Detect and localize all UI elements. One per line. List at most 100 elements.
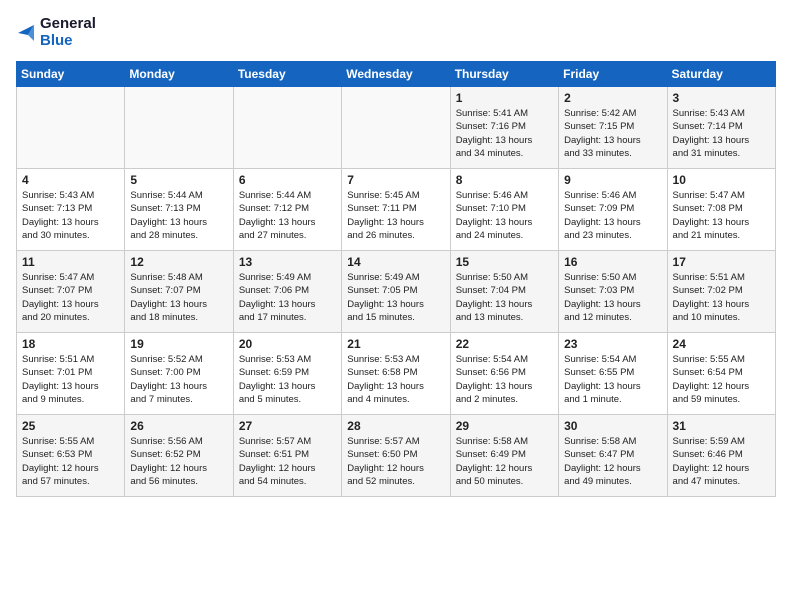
day-info: Sunrise: 5:43 AM Sunset: 7:13 PM Dayligh… — [22, 189, 119, 242]
calendar-cell: 29 Sunrise: 5:58 AM Sunset: 6:49 PM Dayli… — [450, 415, 558, 497]
calendar-cell: 1 Sunrise: 5:41 AM Sunset: 7:16 PM Daylig… — [450, 87, 558, 169]
calendar-cell — [233, 87, 341, 169]
day-number: 31 — [673, 419, 770, 433]
day-info: Sunrise: 5:43 AM Sunset: 7:14 PM Dayligh… — [673, 107, 770, 160]
weekday-header: Friday — [559, 62, 667, 87]
calendar-cell: 11Sunrise: 5:47 AM Sunset: 7:07 PM Dayli… — [17, 251, 125, 333]
day-info: Sunrise: 5:59 AM Sunset: 6:46 PM Dayligh… — [673, 435, 770, 488]
calendar-cell: 24 Sunrise: 5:55 AM Sunset: 6:54 PM Dayli… — [667, 333, 775, 415]
day-info: Sunrise: 5:47 AM Sunset: 7:07 PM Dayligh… — [22, 271, 119, 324]
calendar-cell: 14 Sunrise: 5:49 AM Sunset: 7:05 PM Dayli… — [342, 251, 450, 333]
weekday-header: Saturday — [667, 62, 775, 87]
day-number: 15 — [456, 255, 553, 269]
day-info: Sunrise: 5:44 AM Sunset: 7:13 PM Dayligh… — [130, 189, 227, 242]
day-info: Sunrise: 5:56 AM Sunset: 6:52 PM Dayligh… — [130, 435, 227, 488]
weekday-header: Sunday — [17, 62, 125, 87]
day-info: Sunrise: 5:51 AM Sunset: 7:01 PM Dayligh… — [22, 353, 119, 406]
calendar-week-row: 11Sunrise: 5:47 AM Sunset: 7:07 PM Dayli… — [17, 251, 776, 333]
day-number: 8 — [456, 173, 553, 187]
day-info: Sunrise: 5:52 AM Sunset: 7:00 PM Dayligh… — [130, 353, 227, 406]
calendar-cell: 30Sunrise: 5:58 AM Sunset: 6:47 PM Dayli… — [559, 415, 667, 497]
day-info: Sunrise: 5:49 AM Sunset: 7:05 PM Dayligh… — [347, 271, 444, 324]
day-info: Sunrise: 5:46 AM Sunset: 7:10 PM Dayligh… — [456, 189, 553, 242]
day-number: 27 — [239, 419, 336, 433]
calendar-cell: 15 Sunrise: 5:50 AM Sunset: 7:04 PM Dayli… — [450, 251, 558, 333]
day-info: Sunrise: 5:55 AM Sunset: 6:53 PM Dayligh… — [22, 435, 119, 488]
day-number: 28 — [347, 419, 444, 433]
day-info: Sunrise: 5:57 AM Sunset: 6:51 PM Dayligh… — [239, 435, 336, 488]
calendar-cell: 9Sunrise: 5:46 AM Sunset: 7:09 PM Daylig… — [559, 169, 667, 251]
day-info: Sunrise: 5:50 AM Sunset: 7:04 PM Dayligh… — [456, 271, 553, 324]
day-number: 13 — [239, 255, 336, 269]
day-info: Sunrise: 5:46 AM Sunset: 7:09 PM Dayligh… — [564, 189, 661, 242]
day-number: 10 — [673, 173, 770, 187]
day-number: 18 — [22, 337, 119, 351]
logo-container: General Blue — [16, 16, 96, 49]
day-number: 4 — [22, 173, 119, 187]
weekday-header: Tuesday — [233, 62, 341, 87]
day-info: Sunrise: 5:55 AM Sunset: 6:54 PM Dayligh… — [673, 353, 770, 406]
day-number: 16 — [564, 255, 661, 269]
calendar-table: SundayMondayTuesdayWednesdayThursdayFrid… — [16, 61, 776, 497]
day-number: 7 — [347, 173, 444, 187]
calendar-week-row: 18 Sunrise: 5:51 AM Sunset: 7:01 PM Dayli… — [17, 333, 776, 415]
day-number: 5 — [130, 173, 227, 187]
page-header: General Blue — [16, 16, 776, 49]
day-info: Sunrise: 5:50 AM Sunset: 7:03 PM Dayligh… — [564, 271, 661, 324]
calendar-cell: 12 Sunrise: 5:48 AM Sunset: 7:07 PM Dayli… — [125, 251, 233, 333]
day-number: 17 — [673, 255, 770, 269]
day-number: 20 — [239, 337, 336, 351]
day-info: Sunrise: 5:44 AM Sunset: 7:12 PM Dayligh… — [239, 189, 336, 242]
day-number: 14 — [347, 255, 444, 269]
day-number: 24 — [673, 337, 770, 351]
day-info: Sunrise: 5:54 AM Sunset: 6:55 PM Dayligh… — [564, 353, 661, 406]
day-info: Sunrise: 5:54 AM Sunset: 6:56 PM Dayligh… — [456, 353, 553, 406]
calendar-cell: 19Sunrise: 5:52 AM Sunset: 7:00 PM Dayli… — [125, 333, 233, 415]
calendar-cell — [342, 87, 450, 169]
day-number: 6 — [239, 173, 336, 187]
calendar-cell: 6 Sunrise: 5:44 AM Sunset: 7:12 PM Daylig… — [233, 169, 341, 251]
calendar-cell: 22 Sunrise: 5:54 AM Sunset: 6:56 PM Dayli… — [450, 333, 558, 415]
day-number: 23 — [564, 337, 661, 351]
day-info: Sunrise: 5:57 AM Sunset: 6:50 PM Dayligh… — [347, 435, 444, 488]
day-number: 2 — [564, 91, 661, 105]
logo-line2: Blue — [40, 33, 96, 50]
weekday-header: Monday — [125, 62, 233, 87]
day-number: 22 — [456, 337, 553, 351]
day-info: Sunrise: 5:45 AM Sunset: 7:11 PM Dayligh… — [347, 189, 444, 242]
calendar-cell: 31 Sunrise: 5:59 AM Sunset: 6:46 PM Dayli… — [667, 415, 775, 497]
logo-line1: General — [40, 16, 96, 33]
calendar-cell: 5 Sunrise: 5:44 AM Sunset: 7:13 PM Daylig… — [125, 169, 233, 251]
day-info: Sunrise: 5:47 AM Sunset: 7:08 PM Dayligh… — [673, 189, 770, 242]
calendar-cell: 3 Sunrise: 5:43 AM Sunset: 7:14 PM Daylig… — [667, 87, 775, 169]
day-info: Sunrise: 5:41 AM Sunset: 7:16 PM Dayligh… — [456, 107, 553, 160]
day-number: 1 — [456, 91, 553, 105]
calendar-cell: 13 Sunrise: 5:49 AM Sunset: 7:06 PM Dayli… — [233, 251, 341, 333]
calendar-cell — [125, 87, 233, 169]
calendar-cell: 8 Sunrise: 5:46 AM Sunset: 7:10 PM Daylig… — [450, 169, 558, 251]
day-number: 12 — [130, 255, 227, 269]
day-number: 29 — [456, 419, 553, 433]
logo-bird-icon — [16, 21, 34, 45]
day-info: Sunrise: 5:49 AM Sunset: 7:06 PM Dayligh… — [239, 271, 336, 324]
calendar-week-row: 4 Sunrise: 5:43 AM Sunset: 7:13 PM Daylig… — [17, 169, 776, 251]
calendar-cell: 28 Sunrise: 5:57 AM Sunset: 6:50 PM Dayli… — [342, 415, 450, 497]
day-number: 25 — [22, 419, 119, 433]
day-info: Sunrise: 5:58 AM Sunset: 6:49 PM Dayligh… — [456, 435, 553, 488]
day-info: Sunrise: 5:48 AM Sunset: 7:07 PM Dayligh… — [130, 271, 227, 324]
calendar-week-row: 1 Sunrise: 5:41 AM Sunset: 7:16 PM Daylig… — [17, 87, 776, 169]
day-info: Sunrise: 5:53 AM Sunset: 6:59 PM Dayligh… — [239, 353, 336, 406]
weekday-header-row: SundayMondayTuesdayWednesdayThursdayFrid… — [17, 62, 776, 87]
day-number: 30 — [564, 419, 661, 433]
calendar-cell: 2 Sunrise: 5:42 AM Sunset: 7:15 PM Daylig… — [559, 87, 667, 169]
calendar-cell: 26 Sunrise: 5:56 AM Sunset: 6:52 PM Dayli… — [125, 415, 233, 497]
calendar-cell: 27 Sunrise: 5:57 AM Sunset: 6:51 PM Dayli… — [233, 415, 341, 497]
calendar-cell: 10 Sunrise: 5:47 AM Sunset: 7:08 PM Dayli… — [667, 169, 775, 251]
day-number: 26 — [130, 419, 227, 433]
calendar-week-row: 25 Sunrise: 5:55 AM Sunset: 6:53 PM Dayli… — [17, 415, 776, 497]
day-info: Sunrise: 5:42 AM Sunset: 7:15 PM Dayligh… — [564, 107, 661, 160]
day-info: Sunrise: 5:53 AM Sunset: 6:58 PM Dayligh… — [347, 353, 444, 406]
day-number: 21 — [347, 337, 444, 351]
calendar-cell: 25 Sunrise: 5:55 AM Sunset: 6:53 PM Dayli… — [17, 415, 125, 497]
day-number: 3 — [673, 91, 770, 105]
